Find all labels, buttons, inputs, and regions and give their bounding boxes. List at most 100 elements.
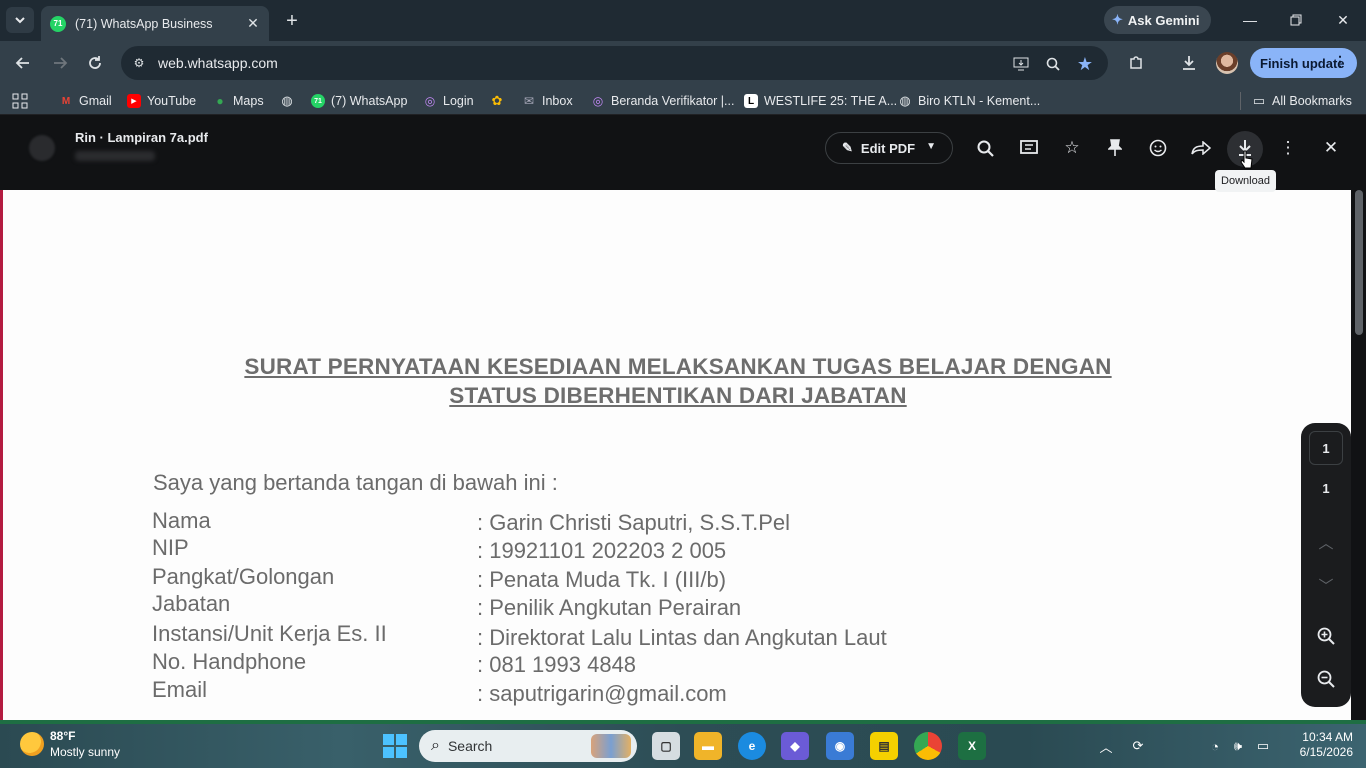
bookmark-inbox[interactable]: ✉ Inbox (522, 92, 573, 110)
install-app-icon[interactable] (1011, 54, 1031, 74)
edit-pdf-label: Edit PDF (860, 140, 916, 156)
current-page-input[interactable]: 1 (1309, 431, 1343, 465)
bookmark-photos[interactable]: ✿ (490, 92, 510, 110)
chevron-down-icon[interactable]: ﹀ (1314, 573, 1338, 597)
site-info-icon[interactable]: ⚙ (131, 55, 147, 71)
youtube-icon: ▶ (127, 94, 141, 108)
finish-update-button[interactable]: Finish update ⋮ (1250, 48, 1357, 78)
more-options-icon[interactable]: ⋮ (1275, 135, 1301, 161)
app-icon[interactable]: ◆ (781, 732, 809, 760)
bookmark-gmail[interactable]: M Gmail (59, 92, 112, 110)
field-value: : 19921101 202203 2 005 (477, 538, 727, 563)
bookmark-star-icon[interactable]: ★ (1075, 54, 1095, 74)
file-explorer-icon[interactable]: ▬ (694, 732, 722, 760)
whatsapp-favicon-icon: 71 (50, 15, 66, 32)
clock-time: 10:34 AM (1302, 730, 1353, 744)
new-tab-button[interactable]: + (280, 9, 304, 33)
tab-close-icon[interactable]: ✕ (245, 15, 261, 31)
bookmark-maps[interactable]: ● Maps (213, 92, 263, 110)
bookmark-biro-ktln[interactable]: ◍ Biro KTLN - Kement... (898, 92, 1040, 110)
search-icon[interactable] (972, 135, 998, 161)
bookmarks-bar: M Gmail ▶ YouTube ● Maps ◍ 71 (7) WhatsA… (0, 85, 1366, 115)
excel-icon[interactable]: X (958, 732, 986, 760)
wifi-icon[interactable]: ◔ (1205, 736, 1225, 756)
address-bar[interactable]: ⚙ web.whatsapp.com ★ (121, 46, 1108, 80)
windows-start-icon[interactable] (383, 734, 407, 758)
profile-avatar[interactable] (1216, 52, 1238, 74)
sticky-notes-icon[interactable]: ▤ (870, 732, 898, 760)
pin-icon[interactable] (1102, 135, 1128, 161)
mouse-cursor-icon (1240, 150, 1253, 169)
pdf-document-area[interactable]: SURAT PERNYATAAN KESEDIAAN MELAKSANKAN T… (0, 177, 1366, 720)
tab-search-button[interactable] (6, 7, 34, 33)
emoji-icon[interactable] (1145, 135, 1171, 161)
extensions-button[interactable] (1124, 51, 1148, 75)
downloads-button[interactable] (1177, 51, 1201, 75)
globe-icon: ◍ (899, 93, 911, 108)
apps-button[interactable] (12, 92, 28, 110)
mail-icon: ✉ (523, 94, 535, 108)
field-value: : Penilik Angkutan Perairan (477, 595, 742, 620)
more-options-icon: ⋮ (1333, 53, 1347, 69)
close-window-button[interactable]: ✕ (1331, 8, 1355, 32)
pdf-page: SURAT PERNYATAAN KESEDIAAN MELAKSANKAN T… (0, 190, 1351, 720)
zoom-out-icon[interactable] (1314, 667, 1338, 691)
battery-icon[interactable]: ▭ (1253, 736, 1273, 756)
close-icon[interactable]: ✕ (1318, 135, 1344, 161)
bookmark-youtube[interactable]: ▶ YouTube (127, 92, 196, 110)
ask-gemini-button[interactable]: ✦ Ask Gemini (1104, 6, 1211, 34)
clock-date: 6/15/2026 (1299, 745, 1353, 759)
vertical-scrollbar[interactable] (1355, 190, 1363, 335)
total-pages: 1 (1322, 481, 1330, 496)
globe-icon: ◍ (281, 93, 293, 108)
apps-grid-icon (12, 93, 28, 109)
bookmark-label: Beranda Verifikator |... (611, 94, 735, 108)
edit-pdf-button[interactable]: ✎ Edit PDF ▼ (825, 132, 953, 164)
document-intro: Saya yang bertanda tangan di bawah ini : (153, 470, 558, 495)
task-view-icon[interactable]: ▢ (652, 732, 680, 760)
bookmark-beranda[interactable]: ◎ Beranda Verifikator |... (591, 92, 735, 110)
reload-icon (89, 56, 101, 69)
field-label: Instansi/Unit Kerja Es. II (152, 621, 387, 646)
volume-icon[interactable]: 🕪 (1228, 736, 1248, 756)
finish-update-label: Finish update (1260, 55, 1345, 71)
bookmark-globe[interactable]: ◍ (280, 92, 300, 110)
verifier-icon: ◎ (592, 94, 604, 108)
bookmark-westlife[interactable]: L WESTLIFE 25: THE A... (744, 92, 897, 110)
gemini-sparkle-icon: ✦ (1112, 12, 1123, 27)
weather-temperature[interactable]: 88°F (50, 729, 75, 743)
edge-browser-icon[interactable]: e (738, 732, 766, 760)
field-value: : Penata Muda Tk. I (III/b) (477, 567, 727, 592)
screen-capture-icon[interactable]: ◉ (826, 732, 854, 760)
url-text[interactable]: web.whatsapp.com (158, 55, 278, 71)
system-clock[interactable]: 10:34 AM 6/15/2026 (1283, 730, 1353, 760)
sync-icon[interactable]: ⟳ (1128, 736, 1148, 756)
minimize-button[interactable]: — (1238, 8, 1262, 32)
chevron-up-icon[interactable]: ︿ (1314, 530, 1338, 554)
comment-icon[interactable] (1016, 135, 1042, 161)
bookmark-whatsapp[interactable]: 71 (7) WhatsApp (311, 92, 407, 110)
forward-button[interactable] (48, 51, 72, 75)
bookmark-login[interactable]: ◎ Login (423, 92, 474, 110)
all-bookmarks-button[interactable]: ▭ All Bookmarks (1240, 92, 1352, 110)
forward-share-icon[interactable] (1188, 135, 1214, 161)
back-button[interactable] (11, 51, 35, 75)
field-value: : Direktorat Lalu Lintas dan Angkutan La… (477, 625, 887, 650)
restore-button[interactable] (1284, 8, 1308, 32)
show-hidden-icons-icon[interactable]: ︿ (1096, 736, 1116, 756)
weather-sun-icon[interactable] (20, 732, 44, 756)
back-arrow-icon (15, 57, 29, 69)
active-tab[interactable]: 71 (71) WhatsApp Business ✕ (41, 6, 269, 41)
zoom-in-icon[interactable] (1314, 624, 1338, 648)
pinwheel-icon: ✿ (491, 93, 503, 108)
gmail-icon: M (61, 95, 71, 107)
taskbar-search[interactable]: ⌕ Search (419, 730, 637, 762)
zoom-icon[interactable] (1043, 54, 1063, 74)
weather-condition[interactable]: Mostly sunny (50, 745, 120, 759)
reload-button[interactable] (83, 51, 107, 75)
maps-icon: ● (216, 94, 224, 108)
field-label: Email (152, 677, 208, 702)
document-title-line1: SURAT PERNYATAAN KESEDIAAN MELAKSANKAN T… (244, 354, 1112, 379)
chrome-icon[interactable] (914, 732, 942, 760)
star-icon[interactable]: ☆ (1059, 135, 1085, 161)
